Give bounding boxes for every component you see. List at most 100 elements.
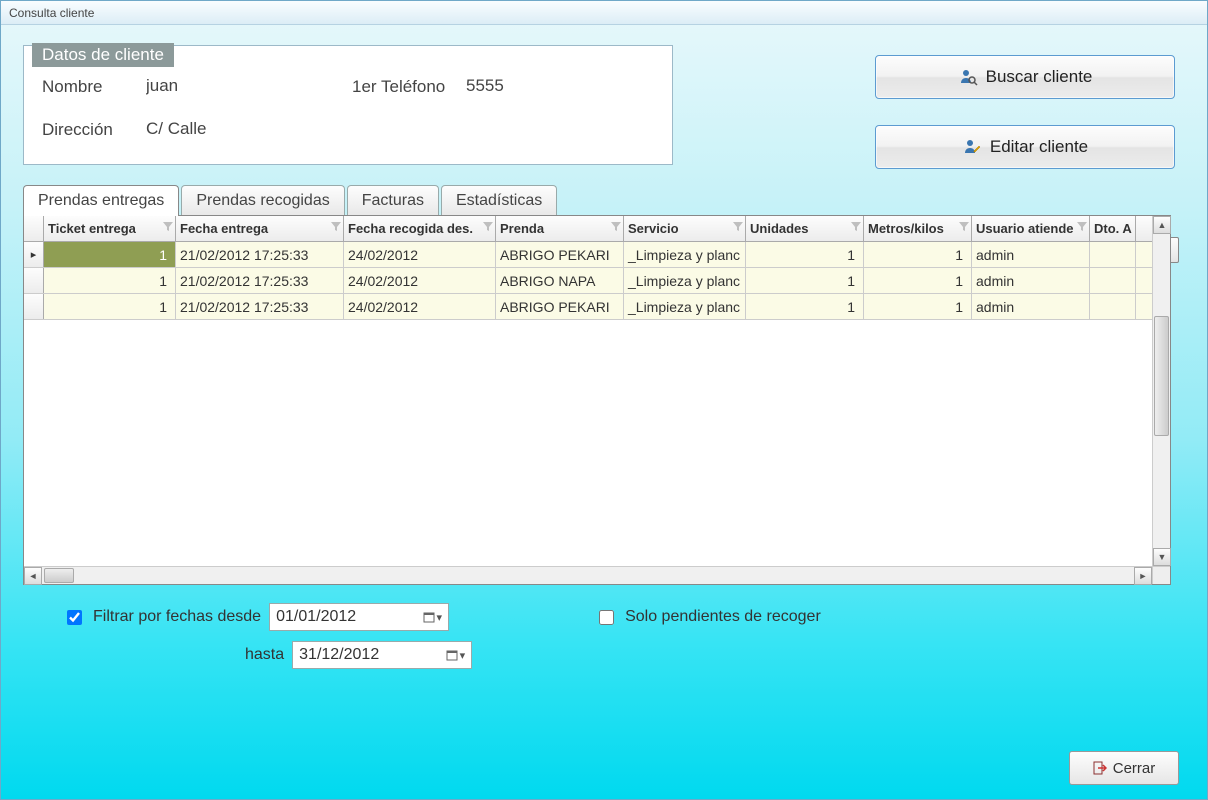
cell-prenda: ABRIGO PEKARI (496, 294, 624, 319)
content: Datos de cliente Nombre 1er Teléfono Dir… (1, 25, 1207, 799)
cell-servicio: _Limpieza y planc (624, 294, 746, 319)
titlebar: Consulta cliente (1, 1, 1207, 25)
tabs-container: Prendas entregas Prendas recogidas Factu… (23, 185, 1173, 585)
header-metros[interactable]: Metros/kilos (864, 216, 972, 241)
cell-fecha-entrega: 21/02/2012 17:25:33 (176, 294, 344, 319)
filter-icon (851, 222, 861, 232)
cell-servicio: _Limpieza y planc (624, 242, 746, 267)
window: Consulta cliente Datos de cliente Nombre… (0, 0, 1208, 800)
scroll-left-icon[interactable]: ◄ (24, 567, 42, 585)
cell-metros: 1 (864, 242, 972, 267)
hasta-label: hasta (245, 646, 284, 664)
tab-facturas[interactable]: Facturas (347, 185, 439, 216)
cell-fecha-entrega: 21/02/2012 17:25:33 (176, 242, 344, 267)
scroll-up-icon[interactable]: ▲ (1153, 216, 1171, 234)
header-prenda[interactable]: Prenda (496, 216, 624, 241)
nombre-input[interactable] (142, 74, 322, 99)
exit-icon (1093, 761, 1107, 775)
filtrar-fechas-checkbox[interactable] (67, 610, 82, 625)
scroll-down-icon[interactable]: ▼ (1153, 548, 1171, 566)
hasta-date-input[interactable]: 31/12/2012 ▾ (292, 641, 472, 669)
table-row[interactable]: 1 21/02/2012 17:25:33 24/02/2012 ABRIGO … (24, 294, 1170, 320)
editar-label: Editar cliente (990, 137, 1088, 157)
cell-metros: 1 (864, 268, 972, 293)
calendar-dropdown-icon[interactable]: ▾ (423, 611, 443, 624)
cell-usuario: admin (972, 268, 1090, 293)
cell-unidades: 1 (746, 242, 864, 267)
filtrar-fechas-label: Filtrar por fechas desde (93, 608, 261, 626)
filter-icon (331, 222, 341, 232)
grid-body: 1 21/02/2012 17:25:33 24/02/2012 ABRIGO … (24, 242, 1170, 584)
header-usuario[interactable]: Usuario atiende (972, 216, 1090, 241)
header-fecha-recogida[interactable]: Fecha recogida des. (344, 216, 496, 241)
tab-stats[interactable]: Estadísticas (441, 185, 557, 216)
filter-icon (611, 222, 621, 232)
editar-cliente-button[interactable]: Editar cliente (875, 125, 1175, 169)
filter-icon (959, 222, 969, 232)
cell-prenda: ABRIGO NAPA (496, 268, 624, 293)
buscar-label: Buscar cliente (986, 67, 1093, 87)
row-indicator-icon (24, 268, 44, 293)
cell-servicio: _Limpieza y planc (624, 268, 746, 293)
filter-row-1: Filtrar por fechas desde 01/01/2012 ▾ So… (23, 603, 1185, 631)
solo-pendientes-label: Solo pendientes de recoger (625, 608, 821, 626)
cell-fecha-recogida: 24/02/2012 (344, 242, 496, 267)
calendar-icon (423, 611, 435, 623)
hasta-value: 31/12/2012 (299, 646, 379, 664)
table-row[interactable]: 1 21/02/2012 17:25:33 24/02/2012 ABRIGO … (24, 242, 1170, 268)
scroll-corner (1152, 566, 1170, 584)
desde-date-input[interactable]: 01/01/2012 ▾ (269, 603, 449, 631)
filter-icon (1077, 222, 1087, 232)
right-buttons: Buscar cliente Editar cliente (875, 55, 1179, 195)
scroll-right-icon[interactable]: ► (1134, 567, 1152, 585)
tab-entregas[interactable]: Prendas entregas (23, 185, 179, 216)
cell-metros: 1 (864, 294, 972, 319)
header-unidades[interactable]: Unidades (746, 216, 864, 241)
buscar-cliente-button[interactable]: Buscar cliente (875, 55, 1175, 99)
filter-icon (483, 222, 493, 232)
client-data-fieldset: Datos de cliente Nombre 1er Teléfono Dir… (23, 45, 673, 165)
header-indicator (24, 216, 44, 241)
cell-unidades: 1 (746, 268, 864, 293)
scroll-thumb[interactable] (1154, 316, 1169, 436)
cell-fecha-recogida: 24/02/2012 (344, 294, 496, 319)
nombre-label: Nombre (42, 77, 142, 97)
dir-input[interactable] (142, 117, 642, 142)
cell-dto (1090, 268, 1136, 293)
scroll-thumb-h[interactable] (44, 568, 74, 583)
data-grid: Ticket entrega Fecha entrega Fecha recog… (23, 215, 1171, 585)
horizontal-scrollbar[interactable]: ◄ ► (24, 566, 1152, 584)
cell-prenda: ABRIGO PEKARI (496, 242, 624, 267)
header-ticket[interactable]: Ticket entrega (44, 216, 176, 241)
user-edit-icon (962, 137, 982, 157)
filter-icon (733, 222, 743, 232)
cell-ticket: 1 (44, 268, 176, 293)
header-dto[interactable]: Dto. A (1090, 216, 1136, 241)
filter-icon (163, 222, 173, 232)
row-indicator-icon (24, 294, 44, 319)
fieldset-legend: Datos de cliente (32, 43, 174, 67)
solo-pendientes-checkbox[interactable] (599, 610, 614, 625)
grid-header: Ticket entrega Fecha entrega Fecha recog… (24, 216, 1170, 242)
header-servicio[interactable]: Servicio (624, 216, 746, 241)
tel-input[interactable] (462, 74, 642, 99)
table-row[interactable]: 1 21/02/2012 17:25:33 24/02/2012 ABRIGO … (24, 268, 1170, 294)
cell-unidades: 1 (746, 294, 864, 319)
header-fecha-entrega[interactable]: Fecha entrega (176, 216, 344, 241)
window-title: Consulta cliente (9, 6, 94, 20)
tab-recogidas[interactable]: Prendas recogidas (181, 185, 344, 216)
cell-dto (1090, 242, 1136, 267)
tel-label: 1er Teléfono (352, 77, 462, 97)
cell-usuario: admin (972, 294, 1090, 319)
dir-label: Dirección (42, 120, 142, 140)
row-indicator-icon (24, 242, 44, 267)
cerrar-button[interactable]: Cerrar (1069, 751, 1179, 785)
user-search-icon (958, 67, 978, 87)
calendar-icon (446, 649, 458, 661)
vertical-scrollbar[interactable]: ▲ ▼ (1152, 216, 1170, 566)
cell-fecha-entrega: 21/02/2012 17:25:33 (176, 268, 344, 293)
cerrar-label: Cerrar (1113, 760, 1156, 777)
cell-usuario: admin (972, 242, 1090, 267)
cell-dto (1090, 294, 1136, 319)
calendar-dropdown-icon[interactable]: ▾ (446, 649, 466, 662)
